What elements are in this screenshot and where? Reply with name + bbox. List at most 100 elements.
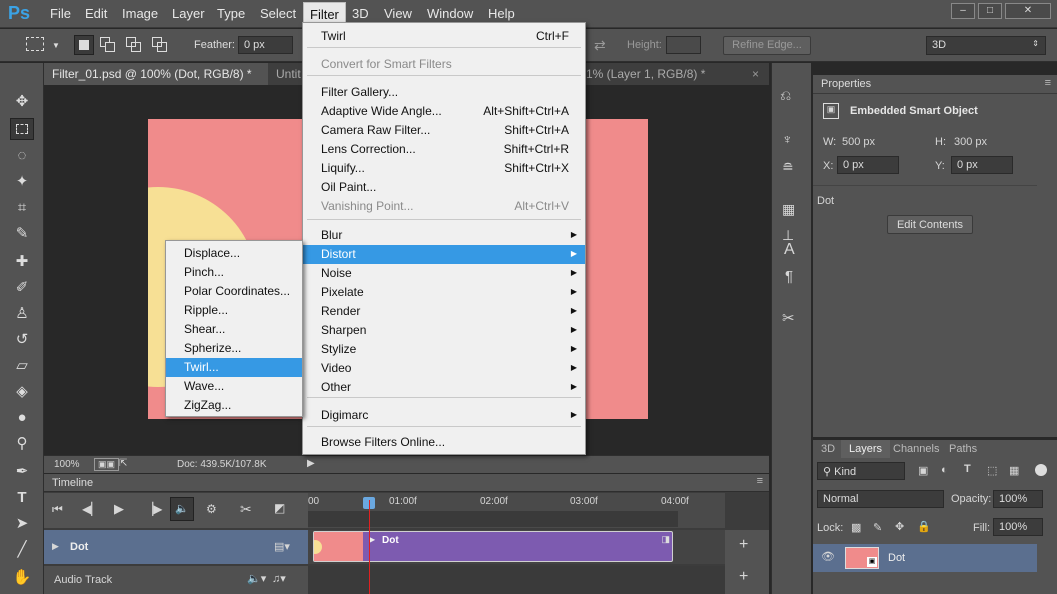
w-value[interactable]: 500 px bbox=[842, 136, 875, 148]
filter-menu-item[interactable]: Render ▶ bbox=[303, 302, 585, 321]
brush-tool-icon[interactable]: ✐ bbox=[10, 277, 34, 299]
distort-menu-item[interactable]: Spherize... bbox=[166, 339, 302, 358]
speaker-icon[interactable]: 🔈▾ bbox=[247, 572, 266, 585]
filter-menu-item[interactable]: Pixelate ▶ bbox=[303, 283, 585, 302]
eyedropper-icon[interactable]: ✎ bbox=[10, 223, 34, 245]
filter-menu-item[interactable]: Noise ▶ bbox=[303, 264, 585, 283]
camera-icon[interactable]: ▣▣ bbox=[94, 458, 120, 471]
menu-help[interactable]: Help bbox=[488, 6, 515, 21]
next-frame-icon[interactable]: ▕▶ bbox=[144, 502, 162, 516]
filter-menu-item[interactable]: Adaptive Wide Angle... Alt+Shift+Ctrl+A bbox=[303, 102, 585, 121]
distort-menu-item[interactable]: Pinch... bbox=[166, 263, 302, 282]
zoom-level[interactable]: 100% bbox=[54, 459, 80, 470]
height-input[interactable] bbox=[666, 36, 701, 54]
export-icon[interactable]: ⇱ bbox=[119, 458, 127, 469]
lock-all-icon[interactable]: 🔒 bbox=[917, 520, 931, 533]
opacity-input[interactable]: 100% bbox=[993, 490, 1043, 508]
crop-tool-icon[interactable]: ⌗ bbox=[10, 197, 34, 219]
brushes-icon[interactable]: ♆ bbox=[782, 131, 793, 147]
brush-presets-icon[interactable]: ≘ bbox=[782, 159, 794, 176]
filter-menu-item[interactable]: Lens Correction... Shift+Ctrl+R bbox=[303, 140, 585, 159]
close-icon[interactable]: × bbox=[752, 67, 759, 81]
filter-toggle-icon[interactable] bbox=[1035, 464, 1047, 476]
settings-gear-icon[interactable]: ⚙ bbox=[206, 502, 217, 516]
filter-menu-item[interactable]: Digimarc ▶ bbox=[303, 406, 585, 425]
path-selection-icon[interactable]: ➤ bbox=[10, 513, 34, 535]
paragraph-icon[interactable]: ¶ bbox=[785, 268, 793, 285]
menu-type[interactable]: Type bbox=[217, 6, 245, 21]
blend-mode-select[interactable]: Normal bbox=[817, 490, 944, 508]
eye-icon[interactable]: 👁 bbox=[821, 550, 835, 563]
clip-end-icon[interactable]: ◨ bbox=[661, 534, 670, 545]
smart-filter-icon[interactable]: ▦ bbox=[1009, 464, 1019, 477]
maximize-button[interactable]: □ bbox=[978, 3, 1002, 19]
film-icon[interactable]: ▤▾ bbox=[274, 540, 290, 553]
filter-menu-item[interactable]: Blur ▶ bbox=[303, 226, 585, 245]
swap-icon[interactable]: ⇄ bbox=[594, 37, 606, 54]
scissors-icon[interactable]: ✂ bbox=[240, 501, 252, 518]
tab-channels[interactable]: Channels bbox=[885, 440, 947, 458]
feather-input[interactable]: 0 px bbox=[238, 36, 293, 54]
new-selection-icon[interactable] bbox=[74, 35, 94, 55]
tab-layer-1[interactable]: 1% (Layer 1, RGB/8) * × bbox=[578, 63, 769, 85]
tab-filter-01[interactable]: Filter_01.psd @ 100% (Dot, RGB/8) *× bbox=[44, 63, 308, 85]
menu-file[interactable]: File bbox=[50, 6, 71, 21]
character-icon[interactable]: A bbox=[784, 241, 795, 259]
line-tool-icon[interactable]: ╱ bbox=[10, 539, 34, 561]
type-tool-icon[interactable]: T bbox=[10, 487, 34, 509]
timeline-ruler[interactable]: 00 01:00f 02:00f 03:00f 04:00f bbox=[308, 493, 725, 528]
distort-menu-item[interactable]: Displace... bbox=[166, 244, 302, 263]
y-input[interactable]: 0 px bbox=[951, 156, 1013, 174]
h-value[interactable]: 300 px bbox=[954, 136, 987, 148]
filter-menu-item[interactable]: Twirl Ctrl+F bbox=[303, 27, 585, 46]
distort-menu-item[interactable]: Polar Coordinates... bbox=[166, 282, 302, 301]
music-note-icon[interactable]: ♫▾ bbox=[272, 572, 286, 585]
kind-filter[interactable]: ⚲ Kind bbox=[817, 462, 905, 480]
add-selection-icon[interactable] bbox=[100, 37, 116, 53]
magic-wand-icon[interactable]: ✦ bbox=[10, 171, 34, 193]
audio-icon[interactable]: 🔈 bbox=[170, 497, 194, 521]
filter-menu-item[interactable]: Sharpen ▶ bbox=[303, 321, 585, 340]
marquee-tool-icon[interactable] bbox=[10, 118, 34, 140]
fill-input[interactable]: 100% bbox=[993, 518, 1043, 536]
tab-layers[interactable]: Layers bbox=[841, 440, 891, 458]
transition-icon[interactable]: ◩ bbox=[274, 501, 285, 515]
edit-contents-button[interactable]: Edit Contents bbox=[887, 215, 973, 234]
chevron-down-icon[interactable]: ▼ bbox=[52, 41, 60, 50]
refine-edge-button[interactable]: Refine Edge... bbox=[723, 36, 811, 55]
filter-menu-item[interactable]: Liquify... Shift+Ctrl+X bbox=[303, 159, 585, 178]
filter-menu-item[interactable]: Video ▶ bbox=[303, 359, 585, 378]
image-filter-icon[interactable]: ▣ bbox=[918, 464, 928, 477]
play-arrow-icon[interactable]: ▶ bbox=[307, 458, 315, 469]
close-window-button[interactable]: ✕ bbox=[1005, 3, 1051, 19]
eraser-icon[interactable]: ▱ bbox=[10, 355, 34, 377]
video-clip[interactable]: ▶ Dot ◨ bbox=[313, 531, 673, 562]
move-tool-icon[interactable]: ✥ bbox=[10, 91, 34, 113]
track-dot[interactable]: ▶ Dot ▤▾ ▶ Dot ◨ bbox=[44, 530, 725, 564]
lock-transparent-icon[interactable]: ▩ bbox=[851, 521, 861, 534]
healing-brush-icon[interactable]: ✚ bbox=[10, 251, 34, 273]
type-filter-icon[interactable]: T bbox=[964, 463, 971, 475]
lock-pixels-icon[interactable]: ✎ bbox=[873, 521, 882, 534]
distort-menu-item[interactable]: Wave... bbox=[166, 377, 302, 396]
filter-menu-item[interactable]: Browse Filters Online... bbox=[303, 433, 585, 452]
filter-menu-item[interactable]: Distort ▶ bbox=[303, 245, 585, 264]
history-brush-icon[interactable]: ↺ bbox=[10, 329, 34, 351]
filter-menu-item[interactable]: Oil Paint... bbox=[303, 178, 585, 197]
prev-frame-icon[interactable]: ◀▏ bbox=[82, 502, 100, 516]
menu-layer[interactable]: Layer bbox=[172, 6, 205, 21]
tab-paths[interactable]: Paths bbox=[941, 440, 985, 458]
filter-menu-item[interactable]: Stylize ▶ bbox=[303, 340, 585, 359]
x-input[interactable]: 0 px bbox=[837, 156, 899, 174]
clone-stamp-icon[interactable]: ♙ bbox=[10, 303, 34, 325]
filter-menu-item[interactable]: Other ▶ bbox=[303, 378, 585, 397]
filter-menu-item[interactable]: Camera Raw Filter... Shift+Ctrl+A bbox=[303, 121, 585, 140]
panel-menu-icon[interactable]: ≡ bbox=[1045, 77, 1051, 89]
hand-tool-icon[interactable]: ✋ bbox=[10, 567, 34, 589]
distort-menu-item[interactable]: ZigZag... bbox=[166, 396, 302, 415]
add-video-button[interactable]: + bbox=[739, 536, 748, 554]
menu-view[interactable]: View bbox=[384, 6, 412, 21]
menu-3d[interactable]: 3D bbox=[352, 6, 369, 21]
panel-menu-icon[interactable]: ≡ bbox=[757, 475, 763, 487]
filter-menu-item[interactable]: Filter Gallery... bbox=[303, 83, 585, 102]
